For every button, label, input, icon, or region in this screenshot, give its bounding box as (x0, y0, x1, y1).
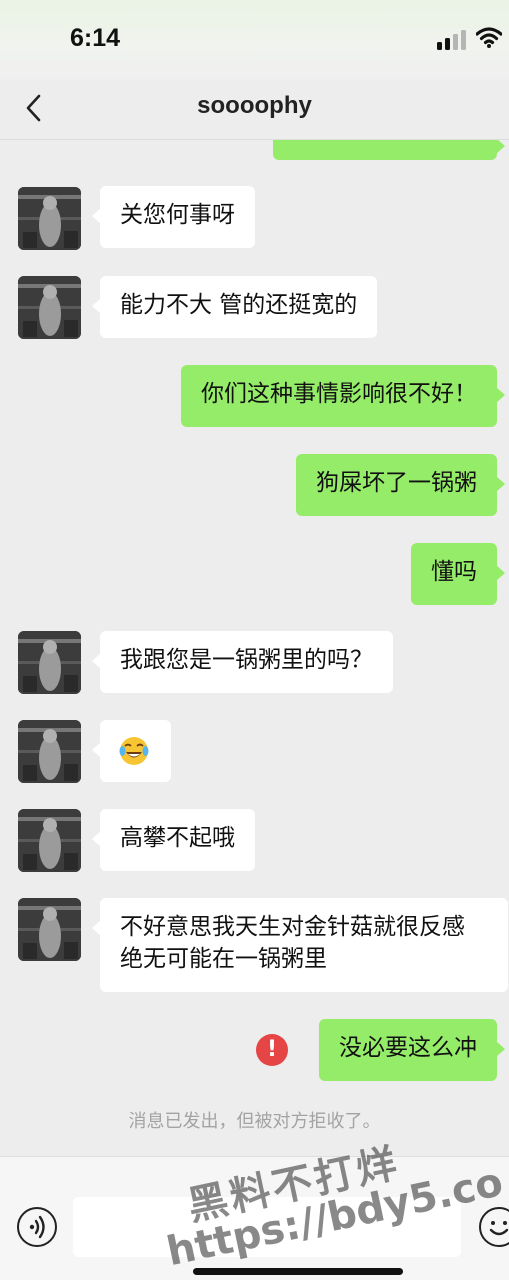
message-bubble-outgoing[interactable]: 你们这种事情影响很不好！ (181, 365, 505, 427)
emoji-icon (489, 1220, 508, 1235)
message-input[interactable] (73, 1197, 461, 1257)
contact-avatar[interactable] (18, 809, 81, 872)
contact-avatar[interactable] (18, 187, 81, 250)
contact-avatar[interactable] (18, 631, 81, 694)
message-bubble-incoming[interactable]: 不好意思我天生对金针菇就很反感 绝无可能在一锅粥里 (92, 898, 508, 992)
input-bar (0, 1156, 509, 1280)
voice-input-button[interactable] (17, 1207, 57, 1247)
tears-of-joy-emoji-icon (119, 736, 149, 765)
chat-title: soooophy (197, 92, 312, 119)
wifi-icon (476, 27, 502, 48)
emoji-button[interactable] (479, 1207, 509, 1247)
contact-avatar[interactable] (18, 898, 81, 961)
rejected-notice: 消息已发出，但被对方拒收了。 (128, 1111, 381, 1132)
message-bubble-incoming[interactable]: 高攀不起哦 (92, 809, 255, 871)
message-bubble-incoming[interactable] (92, 720, 171, 782)
message-bubble-outgoing[interactable]: 没必要这么冲 (319, 1019, 505, 1081)
message-bubble-incoming[interactable]: 能力不大 管的还挺宽的 (91, 276, 378, 338)
status-time: 6:14 (70, 24, 121, 52)
contact-avatar[interactable] (18, 276, 81, 339)
message-bubble-incoming[interactable]: 关您何事呀 (92, 186, 255, 248)
contact-avatar[interactable] (18, 720, 81, 783)
message-bubble-outgoing[interactable]: 懂吗 (411, 543, 505, 605)
exclamation-icon[interactable]: ! (256, 1034, 288, 1066)
voice-input-icon (29, 1215, 45, 1238)
status-bar: 6:14 (0, 0, 509, 80)
message-bubble-outgoing[interactable] (273, 140, 505, 160)
chat-header: soooophy (0, 80, 509, 140)
message-list[interactable]: 关您何事呀 能力不大 管的还挺宽的 你们这种事情影响很不好！ 狗屎坏了一锅粥 懂… (0, 140, 509, 1156)
home-indicator (193, 1268, 403, 1275)
message-bubble-outgoing[interactable]: 狗屎坏了一锅粥 (296, 454, 505, 516)
message-bubble-incoming[interactable]: 我跟您是一锅粥里的吗？ (92, 631, 393, 693)
cellular-signal-icon (437, 30, 467, 50)
